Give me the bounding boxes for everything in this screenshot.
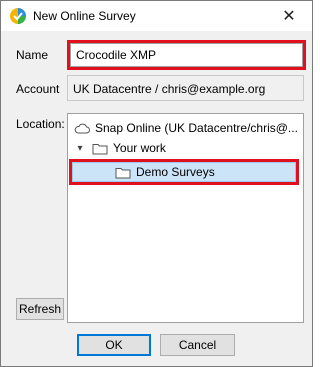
- cancel-button[interactable]: Cancel: [160, 334, 235, 356]
- location-tree[interactable]: Snap Online (UK Datacentre/chris@... ▾ Y…: [67, 113, 304, 323]
- tree-item-label: Demo Surveys: [136, 165, 215, 179]
- account-label: Account: [16, 82, 60, 96]
- tree-item-label: Snap Online (UK Datacentre/chris@...: [95, 121, 298, 135]
- tree-item-your-work[interactable]: ▾ Your work: [74, 138, 303, 158]
- title-bar: New Online Survey ✕: [1, 1, 312, 31]
- account-field: UK Datacentre / chris@example.org: [67, 75, 304, 101]
- folder-icon: [115, 167, 131, 178]
- close-button[interactable]: ✕: [266, 1, 312, 31]
- location-label: Location:: [16, 117, 65, 131]
- name-input[interactable]: Crocodile XMP: [67, 40, 306, 70]
- cloud-icon: [74, 123, 90, 134]
- snap-logo-icon: [10, 8, 26, 24]
- ok-button[interactable]: OK: [77, 334, 151, 356]
- folder-icon: [92, 143, 108, 154]
- window-title: New Online Survey: [33, 9, 136, 23]
- tree-item-label: Your work: [113, 141, 166, 155]
- chevron-down-icon[interactable]: ▾: [74, 143, 86, 154]
- close-icon: ✕: [282, 8, 296, 25]
- refresh-button[interactable]: Refresh: [16, 298, 64, 320]
- new-online-survey-dialog: New Online Survey ✕ Name Crocodile XMP A…: [0, 0, 313, 367]
- tree-item-snap-online[interactable]: Snap Online (UK Datacentre/chris@...: [74, 118, 303, 138]
- name-label: Name: [16, 48, 49, 62]
- tree-item-demo-surveys[interactable]: Demo Surveys: [69, 159, 299, 185]
